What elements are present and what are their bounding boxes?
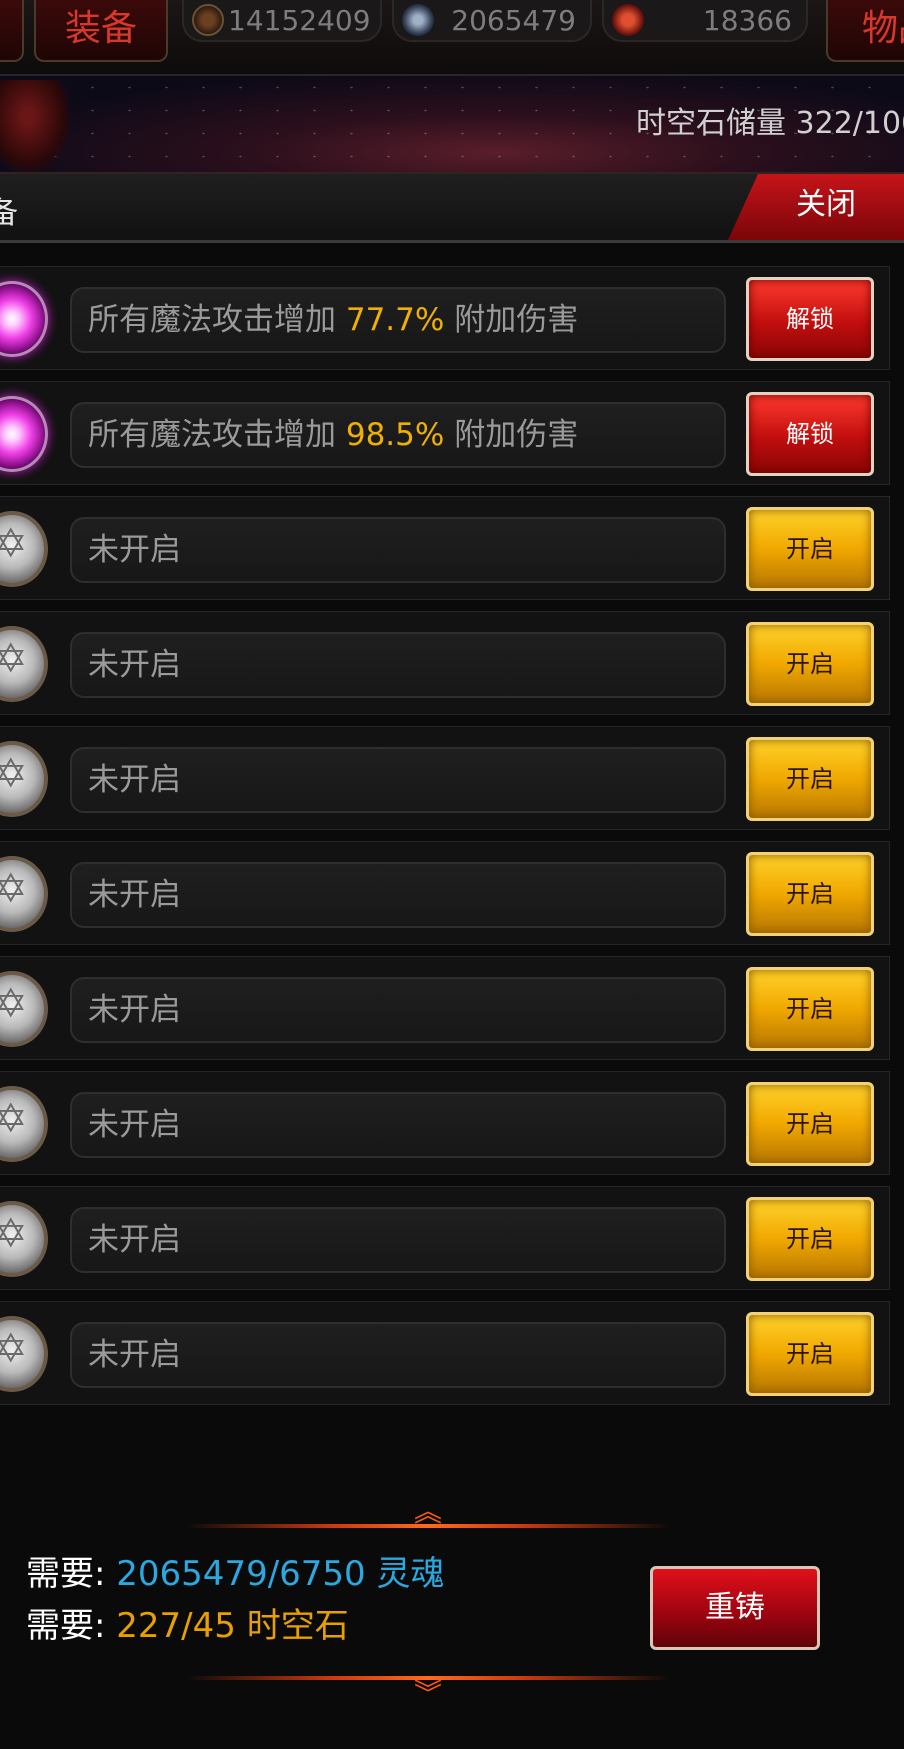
- slot-attribute-text: 所有魔法攻击增加: [88, 417, 336, 453]
- tab-items[interactable]: 物品: [826, 0, 904, 62]
- open-slot-button[interactable]: 开启: [746, 852, 874, 936]
- resource-gem-value: 18366: [702, 4, 792, 37]
- panel-title: 备: [0, 196, 18, 231]
- stone-requirement-name: 时空石: [246, 1606, 349, 1646]
- open-slot-button[interactable]: 开启: [746, 737, 874, 821]
- requirement-label: 需要:: [26, 1554, 106, 1594]
- locked-seal-icon: [0, 1316, 48, 1392]
- slot-description: 未开启: [70, 517, 726, 583]
- locked-seal-icon: [0, 511, 48, 587]
- hexagram-coin-icon: [192, 4, 224, 36]
- slot-attribute-suffix: 附加伤害: [454, 302, 579, 338]
- unlock-button[interactable]: 解锁: [746, 277, 874, 361]
- resource-gold: 14152409: [182, 0, 382, 42]
- ornament-divider-top: ︽: [186, 1498, 670, 1528]
- resource-soul: 2065479: [392, 0, 592, 42]
- soul-requirement-name: 灵魂: [376, 1554, 445, 1594]
- slot-attribute-suffix: 附加伤害: [454, 417, 579, 453]
- stone-storage-text: 时空石储量 322/1000: [636, 106, 904, 141]
- slot-row-2: 所有魔法攻击增加 98.5% 附加伤害 解锁: [0, 381, 890, 485]
- slot-row-8: 未开启 开启: [0, 1071, 890, 1175]
- locked-seal-icon: [0, 971, 48, 1047]
- unlock-button[interactable]: 解锁: [746, 392, 874, 476]
- ornament-divider-bottom: ︾: [186, 1676, 670, 1708]
- magic-orb-icon: [0, 281, 48, 357]
- soul-requirement-value: 2065479/6750: [116, 1554, 366, 1594]
- close-button[interactable]: 关闭: [728, 174, 904, 240]
- slot-row-3: 未开启 开启: [0, 496, 890, 600]
- slot-row-10: 未开启 开启: [0, 1301, 890, 1405]
- locked-seal-icon: [0, 741, 48, 817]
- open-slot-button[interactable]: 开启: [746, 507, 874, 591]
- top-resource-bar: 装备 14152409 2065479 18366 物品: [0, 0, 904, 76]
- resource-gem: 18366: [602, 0, 808, 42]
- slot-description: 所有魔法攻击增加 98.5% 附加伤害: [70, 402, 726, 468]
- resource-soul-value: 2065479: [451, 4, 576, 37]
- open-slot-button[interactable]: 开启: [746, 1312, 874, 1396]
- slot-attribute-value: 98.5%: [345, 417, 445, 453]
- tab-equipment[interactable]: 装备: [34, 0, 168, 62]
- swirl-gem-icon: [612, 4, 644, 36]
- open-slot-button[interactable]: 开启: [746, 1082, 874, 1166]
- soul-requirement: 需要: 2065479/6750 灵魂: [26, 1546, 445, 1595]
- stone-requirement-value: 227/45: [116, 1606, 236, 1646]
- slot-description: 所有魔法攻击增加 77.7% 附加伤害: [70, 287, 726, 353]
- panel-header: 备 关闭: [0, 174, 904, 243]
- starfield-banner: 时空石储量 322/1000: [0, 76, 904, 174]
- slot-row-1: 所有魔法攻击增加 77.7% 附加伤害 解锁: [0, 266, 890, 370]
- slot-row-4: 未开启 开启: [0, 611, 890, 715]
- open-slot-button[interactable]: 开启: [746, 622, 874, 706]
- slot-row-9: 未开启 开启: [0, 1186, 890, 1290]
- slot-description: 未开启: [70, 862, 726, 928]
- ornament-icon: ︽: [413, 1495, 442, 1528]
- slot-description: 未开启: [70, 977, 726, 1043]
- locked-seal-icon: [0, 626, 48, 702]
- slot-description: 未开启: [70, 632, 726, 698]
- open-slot-button[interactable]: 开启: [746, 1197, 874, 1281]
- tab-left[interactable]: [0, 0, 24, 62]
- ornament-icon: ︾: [413, 1677, 442, 1710]
- locked-seal-icon: [0, 1086, 48, 1162]
- locked-seal-icon: [0, 1201, 48, 1277]
- resource-gold-value: 14152409: [228, 4, 371, 37]
- stone-requirement: 需要: 227/45 时空石: [26, 1598, 349, 1647]
- slot-description: 未开启: [70, 1092, 726, 1158]
- slot-description: 未开启: [70, 1322, 726, 1388]
- skull-icon: [402, 4, 434, 36]
- slot-row-7: 未开启 开启: [0, 956, 890, 1060]
- slot-row-5: 未开启 开启: [0, 726, 890, 830]
- locked-seal-icon: [0, 856, 48, 932]
- slot-description: 未开启: [70, 747, 726, 813]
- reforge-button[interactable]: 重铸: [650, 1566, 820, 1650]
- slot-row-6: 未开启 开启: [0, 841, 890, 945]
- slot-attribute-text: 所有魔法攻击增加: [88, 302, 336, 338]
- requirement-label: 需要:: [26, 1606, 106, 1646]
- slot-attribute-value: 77.7%: [345, 302, 445, 338]
- open-slot-button[interactable]: 开启: [746, 967, 874, 1051]
- magic-orb-icon: [0, 396, 48, 472]
- slot-description: 未开启: [70, 1207, 726, 1273]
- banner-figure: [0, 80, 70, 172]
